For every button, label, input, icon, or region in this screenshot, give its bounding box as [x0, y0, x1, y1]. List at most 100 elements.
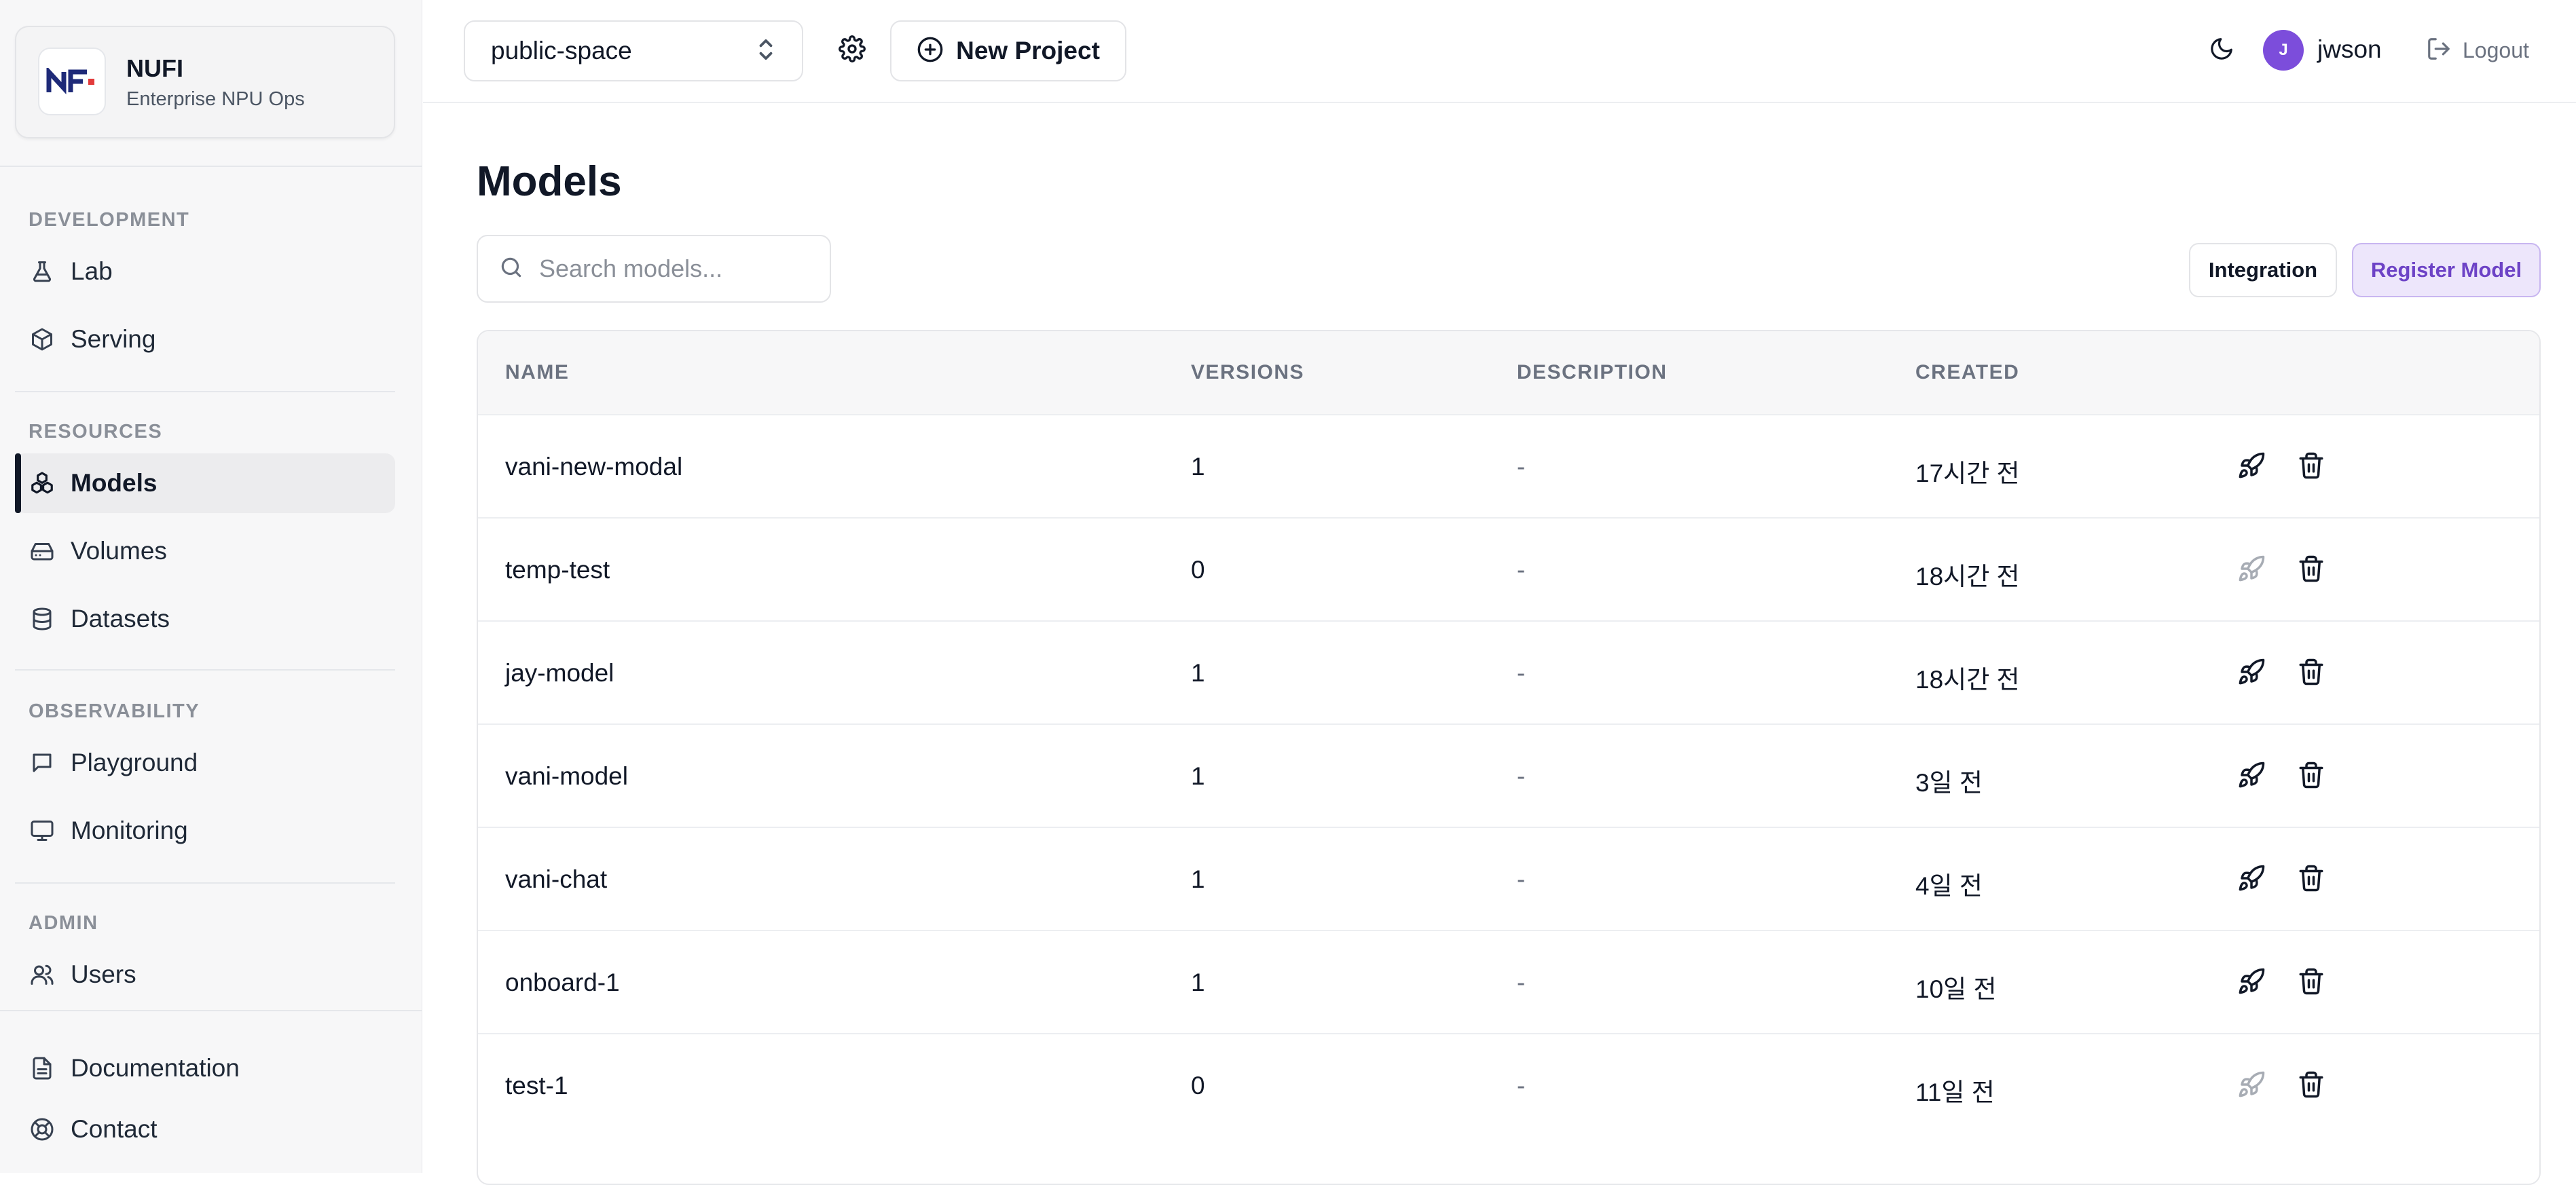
lifebuoy-icon	[29, 1116, 56, 1143]
model-versions: 1	[1191, 762, 1205, 790]
username: jwson	[2317, 35, 2382, 63]
deploy-button[interactable]	[2235, 863, 2268, 896]
divider	[15, 391, 395, 392]
chevron-up-down-icon	[756, 37, 776, 66]
rocket-icon	[2237, 1070, 2266, 1102]
sidebar-item-contact[interactable]: Contact	[15, 1099, 395, 1159]
sidebar-item-documentation[interactable]: Documentation	[15, 1038, 395, 1098]
new-project-button[interactable]: New Project	[890, 20, 1126, 81]
table-row[interactable]: vani-model 1 - 3일 전	[478, 723, 2539, 827]
moon-icon	[2209, 36, 2234, 65]
sidebar-item-label: Models	[71, 469, 158, 497]
trash-icon	[2297, 554, 2325, 586]
sidebar-item-volumes[interactable]: Volumes	[15, 521, 395, 581]
logout-label: Logout	[2463, 37, 2529, 62]
delete-button[interactable]	[2295, 863, 2327, 896]
avatar[interactable]: J	[2263, 30, 2304, 71]
trash-icon	[2297, 967, 2325, 999]
sidebar-item-serving[interactable]: Serving	[15, 309, 395, 369]
nufi-logo	[38, 48, 106, 115]
delete-button[interactable]	[2295, 760, 2327, 793]
model-created: 11일 전	[1915, 1078, 1995, 1106]
project-select[interactable]: public-space	[464, 20, 803, 81]
search-box[interactable]	[477, 235, 831, 303]
database-icon	[29, 605, 56, 633]
column-header-description[interactable]: DESCRIPTION	[1517, 361, 1668, 384]
delete-button[interactable]	[2295, 1070, 2327, 1102]
sidebar-item-monitoring[interactable]: Monitoring	[15, 801, 395, 861]
rocket-icon	[2237, 554, 2266, 586]
sidebar-item-users[interactable]: Users	[15, 945, 395, 1004]
divider	[0, 166, 422, 167]
rocket-icon	[2237, 761, 2266, 793]
model-description: -	[1517, 1072, 1526, 1099]
rocket-icon	[2237, 451, 2266, 483]
model-created: 4일 전	[1915, 872, 1983, 900]
model-description: -	[1517, 453, 1526, 481]
top-bar: public-space New Project J jwson Logout	[423, 0, 2576, 103]
sidebar-item-models[interactable]: Models	[15, 453, 395, 513]
model-description: -	[1517, 865, 1526, 893]
table-row[interactable]: onboard-1 1 - 10일 전	[478, 930, 2539, 1033]
delete-button[interactable]	[2295, 657, 2327, 690]
model-name[interactable]: test-1	[505, 1072, 568, 1100]
integration-button[interactable]: Integration	[2189, 243, 2337, 297]
project-settings-button[interactable]	[830, 29, 874, 72]
table-row[interactable]: vani-chat 1 - 4일 전	[478, 827, 2539, 930]
model-description: -	[1517, 968, 1526, 996]
trash-icon	[2297, 451, 2325, 483]
monitor-icon	[29, 817, 56, 844]
table-row[interactable]: jay-model 1 - 18시간 전	[478, 620, 2539, 723]
model-name[interactable]: vani-new-modal	[505, 453, 682, 481]
trash-icon	[2297, 864, 2325, 896]
column-header-created[interactable]: CREATED	[1915, 361, 2019, 384]
rocket-icon	[2237, 658, 2266, 690]
model-name[interactable]: temp-test	[505, 556, 610, 584]
sidebar-item-lab[interactable]: Lab	[15, 242, 395, 301]
sidebar-item-label: Users	[71, 960, 136, 988]
model-versions: 1	[1191, 865, 1205, 893]
gear-icon	[839, 35, 866, 66]
deploy-button[interactable]	[2235, 966, 2268, 999]
deploy-button[interactable]	[2235, 760, 2268, 793]
search-input[interactable]	[539, 255, 824, 283]
deploy-button[interactable]	[2235, 451, 2268, 483]
sidebar-item-label: Lab	[71, 257, 113, 285]
column-header-versions[interactable]: VERSIONS	[1191, 361, 1304, 384]
deploy-button[interactable]	[2235, 657, 2268, 690]
sidebar-item-playground[interactable]: Playground	[15, 733, 395, 793]
flask-icon	[29, 258, 56, 285]
new-project-label: New Project	[956, 37, 1100, 64]
page-title: Models	[477, 158, 622, 205]
delete-button[interactable]	[2295, 554, 2327, 586]
deploy-button[interactable]	[2235, 1070, 2268, 1102]
theme-toggle-button[interactable]	[2203, 31, 2241, 69]
model-versions: 1	[1191, 453, 1205, 481]
delete-button[interactable]	[2295, 966, 2327, 999]
document-icon	[29, 1055, 56, 1082]
logout-button[interactable]: Logout	[2426, 30, 2529, 71]
model-created: 18시간 전	[1915, 666, 2020, 694]
delete-button[interactable]	[2295, 451, 2327, 483]
model-versions: 0	[1191, 1072, 1205, 1099]
column-header-name[interactable]: NAME	[505, 361, 569, 384]
sidebar-item-label: Documentation	[71, 1054, 240, 1082]
model-created: 18시간 전	[1915, 563, 2020, 590]
model-name[interactable]: onboard-1	[505, 968, 620, 997]
model-description: -	[1517, 762, 1526, 790]
table-row[interactable]: vani-new-modal 1 - 17시간 전	[478, 414, 2539, 517]
register-model-button[interactable]: Register Model	[2352, 243, 2541, 297]
model-name[interactable]: vani-model	[505, 762, 628, 791]
section-label-resources: RESOURCES	[29, 421, 163, 443]
model-created: 10일 전	[1915, 975, 1997, 1003]
model-name[interactable]: jay-model	[505, 659, 614, 688]
table-row[interactable]: test-1 0 - 11일 전	[478, 1033, 2539, 1136]
deploy-button[interactable]	[2235, 554, 2268, 586]
model-versions: 1	[1191, 659, 1205, 687]
sidebar-item-datasets[interactable]: Datasets	[15, 589, 395, 649]
brand-card[interactable]: NUFI Enterprise NPU Ops	[15, 26, 395, 138]
table-row[interactable]: temp-test 0 - 18시간 전	[478, 517, 2539, 620]
cube-icon	[29, 326, 56, 353]
model-name[interactable]: vani-chat	[505, 865, 607, 894]
rocket-icon	[2237, 967, 2266, 999]
